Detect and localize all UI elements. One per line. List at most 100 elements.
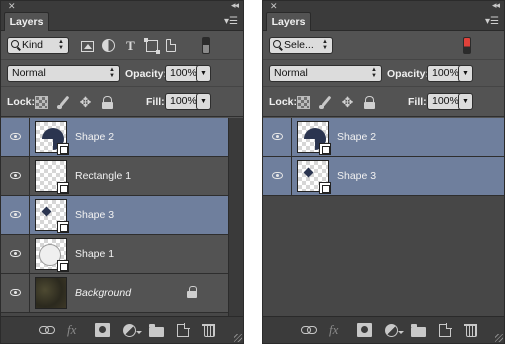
opacity-slider-button[interactable]: ▼ [458,65,473,82]
opacity-label: Opacity: [125,68,168,80]
visibility-toggle[interactable] [1,274,30,312]
eye-icon [10,289,21,296]
filter-toggle-switch[interactable] [463,37,471,54]
close-icon[interactable]: ✕ [8,2,16,11]
filter-type-dropdown[interactable]: Sele... ▲ ▼ [269,37,333,54]
opacity-label: Opacity: [387,68,430,80]
layer-name[interactable]: Shape 1 [75,248,114,260]
link-layers-icon[interactable] [301,323,317,337]
blend-row: Normal ▲ ▼ Opacity: 100% ▼ [263,60,504,87]
search-icon [273,40,281,48]
footer-icons: fx [301,322,479,337]
layers-scrollbar[interactable] [228,118,243,317]
lock-image-pixels-icon[interactable] [319,96,332,109]
resize-grip-icon[interactable] [495,334,503,342]
add-mask-icon[interactable] [95,323,110,337]
collapse-arrows-icon[interactable]: ◂◂ [492,1,500,10]
fill-label: Fill: [408,96,427,108]
footer-icons: fx [39,322,217,337]
chevron-down-icon: ▼ [462,70,469,77]
shape-layer-filter-icon[interactable] [144,38,160,54]
background-thumbnail [35,277,67,309]
search-icon [11,40,19,48]
layer-name[interactable]: Shape 3 [75,209,114,221]
delete-layer-icon[interactable] [202,323,217,337]
close-icon[interactable]: ✕ [270,2,278,11]
tab-layers[interactable]: Layers [266,12,311,31]
adjustment-layer-icon[interactable] [385,323,404,337]
lock-image-pixels-icon[interactable] [57,96,70,109]
layers-list: Shape 2 Shape 3 [263,118,504,317]
eye-icon [272,133,283,140]
vector-mask-icon [57,260,69,272]
new-group-icon[interactable] [149,323,164,337]
new-layer-icon[interactable] [177,322,190,337]
vector-mask-icon [57,182,69,194]
fill-value: 100% [170,95,197,107]
filter-toggle-switch[interactable] [202,37,210,54]
layers-list: Shape 2 Rectangle 1 Shape 3 Shape 1 Back… [1,118,228,317]
visibility-toggle[interactable] [263,157,292,195]
link-layers-icon[interactable] [39,323,55,337]
tab-layers[interactable]: Layers [4,12,49,31]
lock-all-icon[interactable] [101,96,114,109]
layer-style-fx-icon[interactable]: fx [67,323,82,337]
layer-name[interactable]: Shape 2 [337,131,376,143]
filter-row: Kind ▲ ▼ T [1,32,243,60]
visibility-toggle[interactable] [1,196,30,234]
layer-row[interactable]: Rectangle 1 [1,157,228,196]
fill-value: 100% [432,95,459,107]
eye-icon [10,250,21,257]
panel-tab-bar: ✕ ◂◂ Layers ▾☰ [263,1,504,31]
type-layer-filter-icon[interactable]: T [123,38,138,53]
lock-transparent-pixels-icon[interactable] [297,96,310,109]
layer-row[interactable]: Shape 1 [1,235,228,274]
visibility-toggle[interactable] [1,118,30,156]
new-layer-icon[interactable] [439,322,452,337]
adjustment-layer-icon[interactable] [123,323,142,337]
visibility-toggle[interactable] [263,118,292,156]
diamond-shape-thumbnail [41,206,52,217]
layer-row[interactable]: Background [1,274,228,313]
opacity-slider-button[interactable]: ▼ [196,65,211,82]
layer-row[interactable]: Shape 2 [263,118,504,157]
resize-grip-icon[interactable] [234,334,242,342]
layer-row[interactable]: Shape 3 [263,157,504,196]
layer-name[interactable]: Shape 2 [75,131,114,143]
fill-label: Fill: [146,96,165,108]
lock-transparent-pixels-icon[interactable] [35,96,48,109]
pixel-layer-filter-icon[interactable] [81,41,94,52]
smart-object-filter-icon[interactable] [166,39,176,52]
layer-style-fx-icon[interactable]: fx [329,323,344,337]
lock-all-icon[interactable] [363,96,376,109]
blend-row: Normal ▲ ▼ Opacity: 100% ▼ [1,60,243,87]
lock-position-icon[interactable]: ✥ [79,95,92,109]
updown-arrows-icon: ▲ ▼ [371,67,377,79]
adjustment-layer-filter-icon[interactable] [102,39,115,52]
layer-name[interactable]: Shape 3 [337,170,376,182]
blend-mode-dropdown[interactable]: Normal ▲ ▼ [269,65,382,82]
layer-row[interactable]: Shape 3 [1,196,228,235]
lock-label: Lock: [7,96,36,108]
blend-mode-dropdown[interactable]: Normal ▲ ▼ [7,65,120,82]
filter-type-value: Sele... [284,39,314,51]
opacity-value: 100% [170,67,197,79]
layer-name[interactable]: Background [75,287,131,299]
new-group-icon[interactable] [411,323,426,337]
lock-position-icon[interactable]: ✥ [341,95,354,109]
collapse-arrows-icon[interactable]: ◂◂ [231,1,239,10]
panel-menu-icon[interactable]: ▾☰ [224,16,238,27]
visibility-toggle[interactable] [1,235,30,273]
opacity-value: 100% [432,67,459,79]
delete-layer-icon[interactable] [464,323,479,337]
panel-menu-icon[interactable]: ▾☰ [485,16,499,27]
filter-type-dropdown[interactable]: Kind ▲ ▼ [7,37,69,54]
add-mask-icon[interactable] [357,323,372,337]
fill-slider-button[interactable]: ▼ [458,93,473,110]
layer-name[interactable]: Rectangle 1 [75,170,131,182]
eye-icon [10,211,21,218]
layer-row[interactable]: Shape 2 [1,118,228,157]
visibility-toggle[interactable] [1,157,30,195]
fill-slider-button[interactable]: ▼ [196,93,211,110]
layers-panel-right: ✕ ◂◂ Layers ▾☰ Sele... ▲ ▼ Normal ▲ ▼ Opac… [262,0,505,344]
